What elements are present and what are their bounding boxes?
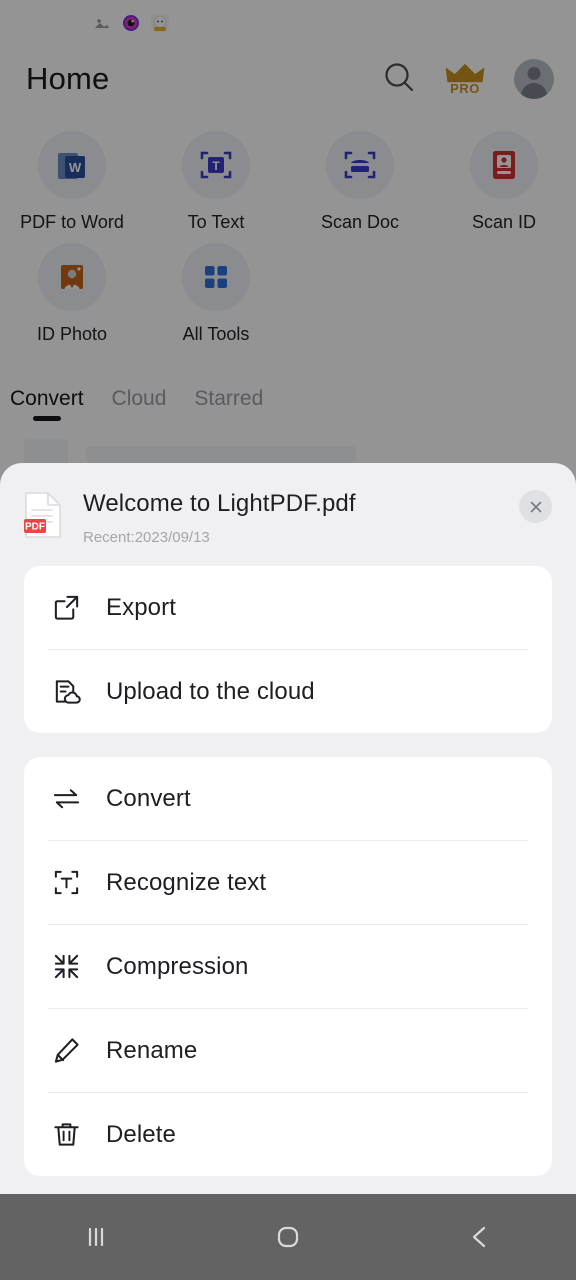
- export-icon: [50, 592, 82, 624]
- menu-item-rename[interactable]: Rename: [24, 1009, 552, 1092]
- home-square-icon: [277, 1226, 299, 1248]
- menu-group-actions: Convert Recognize text Compression Renam…: [24, 757, 552, 1176]
- menu-item-recognize-text[interactable]: Recognize text: [24, 841, 552, 924]
- home-button[interactable]: [243, 1207, 333, 1267]
- menu-item-label: Recognize text: [106, 868, 267, 896]
- recents-icon: [88, 1227, 104, 1247]
- file-meta: Welcome to LightPDF.pdf Recent:2023/09/1…: [83, 487, 356, 546]
- convert-exchange-icon: [50, 783, 82, 815]
- menu-item-label: Rename: [106, 1036, 198, 1064]
- cloud-upload-icon: [50, 676, 82, 708]
- pdf-badge-label: PDF: [25, 522, 45, 533]
- menu-item-export[interactable]: Export: [24, 566, 552, 649]
- close-button[interactable]: [519, 490, 552, 523]
- back-chevron-icon: [472, 1226, 486, 1248]
- menu-item-label: Delete: [106, 1120, 176, 1148]
- menu-item-compression[interactable]: Compression: [24, 925, 552, 1008]
- menu-item-label: Convert: [106, 784, 191, 812]
- android-navigation-bar: [0, 1194, 576, 1280]
- file-actions-sheet: PDF Welcome to LightPDF.pdf Recent:2023/…: [0, 463, 576, 1194]
- menu-item-upload-to-the-cloud[interactable]: Upload to the cloud: [24, 650, 552, 733]
- menu-item-label: Export: [106, 593, 176, 621]
- file-subtitle: Recent:2023/09/13: [83, 529, 210, 546]
- recents-button[interactable]: [51, 1207, 141, 1267]
- menu-item-delete[interactable]: Delete: [24, 1093, 552, 1176]
- file-name: Welcome to LightPDF.pdf: [83, 490, 356, 517]
- phone-screen: 14:17 98% Home PRO W PDF to Word T To Te…: [0, 0, 576, 1280]
- close-icon: [530, 501, 541, 512]
- menu-item-label: Upload to the cloud: [106, 677, 315, 705]
- menu-item-label: Compression: [106, 952, 249, 980]
- menu-item-convert[interactable]: Convert: [24, 757, 552, 840]
- sheet-header: PDF Welcome to LightPDF.pdf Recent:2023/…: [24, 463, 552, 566]
- recognize-text-icon: [50, 867, 82, 899]
- back-button[interactable]: [435, 1207, 525, 1267]
- pencil-icon: [50, 1035, 82, 1067]
- pdf-file-icon: PDF: [24, 491, 62, 539]
- menu-group-primary: Export Upload to the cloud: [24, 566, 552, 733]
- trash-icon: [50, 1119, 82, 1151]
- compress-icon: [50, 951, 82, 983]
